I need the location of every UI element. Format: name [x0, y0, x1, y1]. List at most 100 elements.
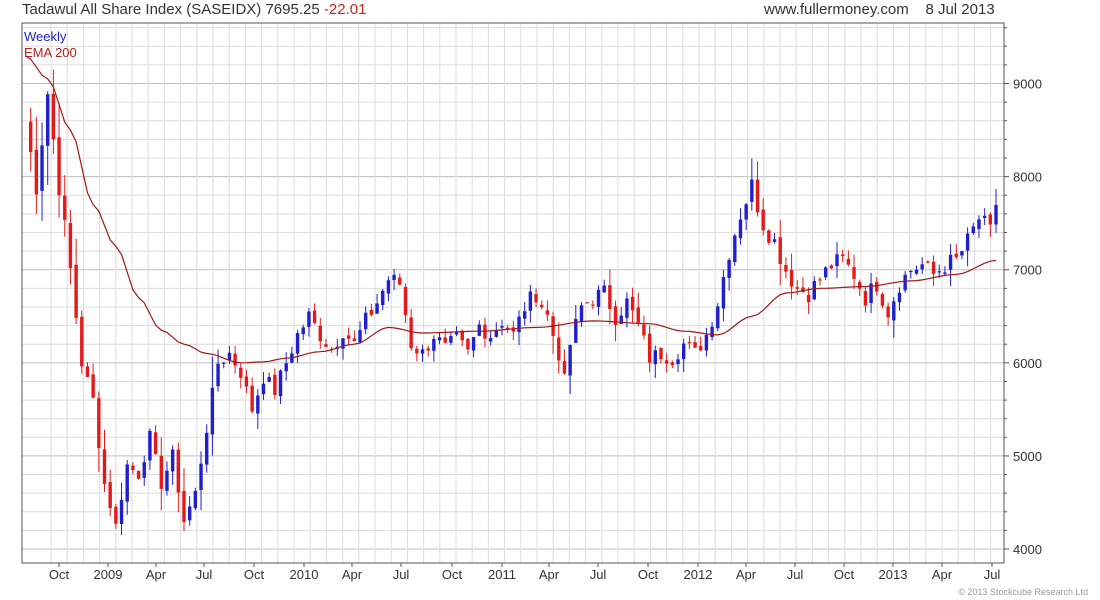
candle-up: [295, 333, 300, 354]
x-tick-label: 2013: [879, 567, 908, 582]
candle-up: [625, 298, 629, 318]
candle-down: [312, 310, 317, 323]
candle-up: [227, 352, 232, 361]
candle-up: [494, 330, 499, 337]
candle-down: [562, 361, 567, 374]
candle-down: [85, 366, 90, 377]
candle-down: [608, 285, 612, 309]
candle-up: [488, 337, 493, 342]
candle-down: [80, 316, 84, 367]
candle-up: [261, 383, 266, 395]
candle-up: [199, 463, 203, 491]
candle-up: [267, 376, 271, 382]
candle-up: [125, 464, 129, 502]
candle-up: [920, 264, 924, 270]
candle-up: [710, 326, 714, 338]
candle-down: [68, 223, 73, 268]
candle-down: [466, 338, 470, 350]
candle-down: [988, 214, 993, 225]
candle-down: [659, 347, 663, 360]
candle-down: [108, 482, 112, 509]
candle-down: [778, 237, 782, 265]
candle-down: [398, 277, 402, 285]
candle-down: [840, 254, 845, 257]
candle-up: [284, 363, 288, 372]
candle-down: [789, 269, 794, 287]
x-axis: Oct 2009 Apr Jul Oct 2010 Apr Jul Oct 2011 Apr Jul O…: [49, 563, 1000, 582]
candle-down: [244, 376, 249, 387]
candle-up: [681, 343, 686, 360]
x-tick-label: Oct: [49, 567, 70, 582]
candle-down: [863, 291, 868, 306]
price-chart: 400050006000700080009000 Oct 2009 Apr Jul Oc…: [21, 22, 1042, 582]
x-tick-label: Apr: [539, 567, 560, 582]
candle-down: [585, 302, 589, 304]
candle-down: [28, 121, 33, 152]
candle-down: [182, 490, 186, 523]
candle-up: [437, 337, 442, 341]
grid: [22, 23, 1004, 563]
candle-down: [273, 374, 277, 395]
candle-down: [443, 337, 447, 343]
candle-up: [528, 291, 533, 311]
candle-down: [540, 304, 544, 308]
candle-up: [216, 363, 220, 387]
candle-down: [176, 449, 181, 493]
candle-down: [250, 385, 254, 412]
candle-up: [522, 311, 527, 319]
candle-down: [557, 337, 561, 361]
candle-up: [386, 280, 391, 294]
y-axis: 4000 5000 6000 7000 8000 9000: [1004, 27, 1042, 557]
candle-up: [119, 499, 124, 525]
y-tick-label: 8000: [1013, 170, 1042, 185]
candle-up: [210, 387, 215, 435]
candle-down: [545, 310, 550, 315]
x-tick-label: Jul: [393, 567, 410, 582]
candle-down: [886, 306, 890, 318]
candle-down: [74, 264, 78, 318]
candle-down: [153, 432, 158, 455]
candle-up: [358, 329, 362, 343]
candle-up: [301, 327, 305, 335]
candle-down: [926, 261, 930, 263]
candle-down: [642, 324, 646, 336]
candle-up: [909, 270, 913, 273]
candle-up: [420, 349, 425, 354]
candle-up: [602, 285, 606, 293]
y-tick-label: 7000: [1013, 263, 1042, 278]
candle-down: [102, 449, 107, 484]
candle-down: [630, 296, 635, 311]
candle-down: [369, 309, 374, 315]
x-tick-label: Jul: [787, 567, 804, 582]
plot-frame: [21, 22, 1005, 564]
x-tick-label: Oct: [834, 567, 855, 582]
candle-up: [170, 449, 175, 472]
candle-down: [767, 230, 771, 243]
candle-down: [647, 333, 652, 363]
candle-down: [63, 195, 67, 220]
candle-up: [187, 506, 192, 521]
candle-down: [829, 265, 834, 269]
candle-up: [517, 316, 521, 333]
candle-down: [852, 267, 856, 279]
candle-down: [511, 327, 516, 332]
candle-up: [812, 281, 816, 300]
candle-up: [727, 259, 731, 278]
x-tick-label: Jul: [196, 567, 213, 582]
candle-down: [818, 279, 822, 281]
candle-up: [449, 336, 453, 343]
candle-down: [591, 304, 595, 306]
candle-down: [239, 367, 243, 378]
candle-up: [568, 344, 572, 376]
candle-up: [432, 338, 436, 351]
candle-down: [114, 506, 118, 524]
candle-down: [846, 258, 851, 265]
candle-down: [57, 137, 61, 196]
candle-up: [937, 271, 941, 273]
candle-up: [471, 337, 476, 351]
candle-up: [965, 233, 970, 251]
candle-up: [364, 312, 368, 330]
candle-up: [222, 362, 226, 364]
x-tick-label: Apr: [932, 567, 953, 582]
candle-up: [676, 359, 680, 365]
